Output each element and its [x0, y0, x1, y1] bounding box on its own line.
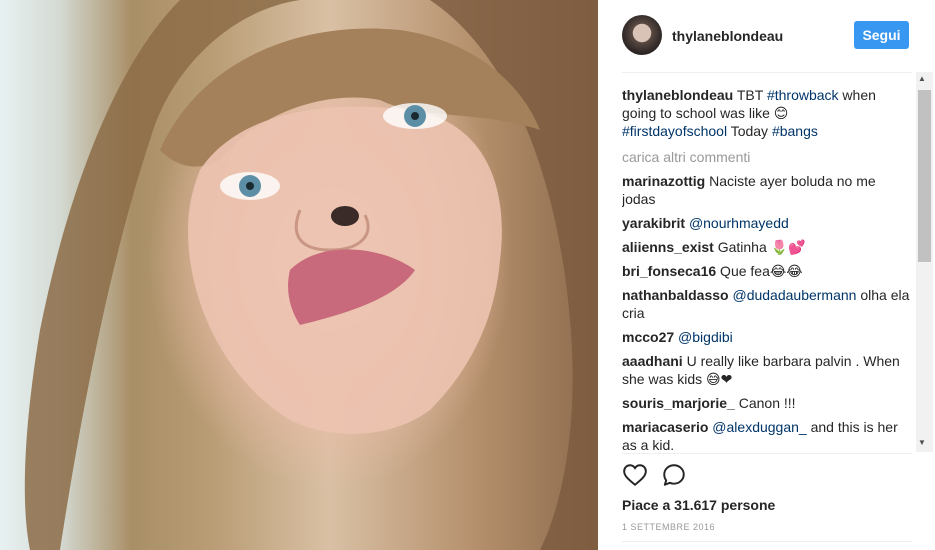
- comment-username[interactable]: marinazottig: [622, 173, 705, 189]
- heart-icon[interactable]: [622, 462, 648, 488]
- comment-text: Que fea😂😂: [716, 263, 803, 279]
- mention-link[interactable]: @dudadaubermann: [732, 287, 856, 303]
- comment-item: bri_fonseca16 Que fea😂😂: [622, 262, 913, 280]
- comments-list: thylaneblondeau TBT #throwback when goin…: [622, 86, 913, 454]
- comment-text: Canon !!!: [734, 395, 796, 411]
- load-more-comments-link[interactable]: carica altri commenti: [622, 148, 913, 166]
- hashtag-link[interactable]: #firstdayofschool: [622, 123, 727, 139]
- scrollbar-thumb[interactable]: [918, 90, 931, 262]
- comment-text: Gatinha 🌷💕: [713, 239, 806, 255]
- divider: [622, 72, 912, 73]
- post-date: 1 SETTEMBRE 2016: [622, 522, 716, 532]
- likes-count[interactable]: Piace a 31.617 persone: [622, 497, 775, 513]
- post-header: thylaneblondeau Segui: [598, 0, 935, 72]
- comment-username[interactable]: souris_marjorie_: [622, 395, 735, 411]
- divider: [622, 453, 912, 454]
- comment-username[interactable]: mariacaserio: [622, 419, 708, 435]
- post-caption: thylaneblondeau TBT #throwback when goin…: [622, 87, 876, 139]
- mention-link[interactable]: @bigdibi: [678, 329, 733, 345]
- comment-item: mariacaserio @alexduggan_ and this is he…: [622, 418, 913, 454]
- avatar[interactable]: [622, 15, 662, 55]
- comment-item: yarakibrit @nourhmayedd: [622, 214, 913, 232]
- divider: [622, 541, 912, 542]
- comment-item: marinazottig Naciste ayer boluda no me j…: [622, 172, 913, 208]
- comment-item: souris_marjorie_ Canon !!!: [622, 394, 913, 412]
- scroll-down-arrow-icon[interactable]: ▼: [918, 438, 926, 447]
- mention-link[interactable]: @nourhmayedd: [689, 215, 789, 231]
- scroll-up-arrow-icon[interactable]: ▲: [918, 74, 926, 83]
- comment-item: aaadhani U really like barbara palvin . …: [622, 352, 913, 388]
- comment-username[interactable]: nathanbaldasso: [622, 287, 729, 303]
- caption-username[interactable]: thylaneblondeau: [622, 87, 733, 103]
- post-photo: [0, 0, 598, 550]
- hashtag-link[interactable]: #throwback: [767, 87, 839, 103]
- comment-item: aliienns_exist Gatinha 🌷💕: [622, 238, 913, 256]
- comment-username[interactable]: yarakibrit: [622, 215, 685, 231]
- follow-button[interactable]: Segui: [854, 21, 909, 49]
- comment-item: nathanbaldasso @dudadaubermann olha ela …: [622, 286, 913, 322]
- mention-link[interactable]: @alexduggan_: [712, 419, 806, 435]
- comment-icon[interactable]: [661, 462, 687, 488]
- comment-username[interactable]: aliienns_exist: [622, 239, 714, 255]
- comment-item: mcco27 @bigdibi: [622, 328, 913, 346]
- portrait-illustration: [24, 0, 598, 550]
- comment-username[interactable]: bri_fonseca16: [622, 263, 716, 279]
- hashtag-link[interactable]: #bangs: [772, 123, 818, 139]
- comment-username[interactable]: aaadhani: [622, 353, 683, 369]
- post-details-panel: thylaneblondeau Segui thylaneblondeau TB…: [598, 0, 935, 550]
- post-username[interactable]: thylaneblondeau: [672, 28, 783, 44]
- comment-username[interactable]: mcco27: [622, 329, 674, 345]
